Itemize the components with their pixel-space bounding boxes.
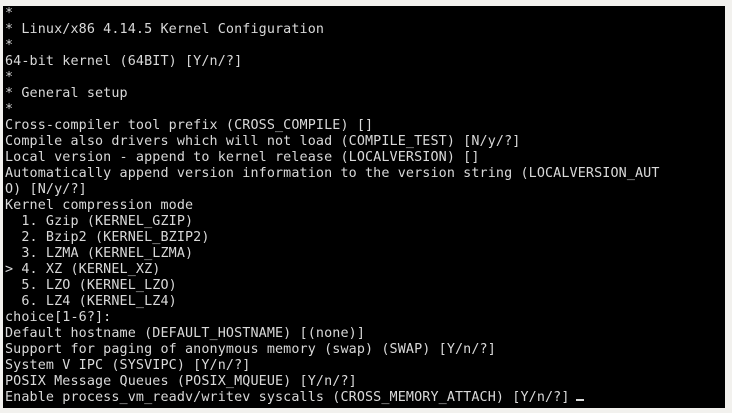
terminal-line: O) [N/y/?] (5, 182, 87, 197)
terminal-line: Local version - append to kernel release… (5, 150, 480, 165)
terminal-line: Support for paging of anonymous memory (… (5, 342, 496, 357)
terminal-line: Cross-compiler tool prefix (CROSS_COMPIL… (5, 118, 374, 133)
current-prompt-text: Enable process_vm_readv/writev syscalls … (5, 390, 570, 405)
terminal-line: POSIX Message Queues (POSIX_MQUEUE) [Y/n… (5, 374, 357, 389)
terminal-line: 64-bit kernel (64BIT) [Y/n/?] (5, 54, 243, 69)
terminal-line: Automatically append version information… (5, 166, 660, 181)
terminal-line: * (5, 38, 14, 53)
compression-option: 2. Bzip2 (KERNEL_BZIP2) (5, 230, 210, 245)
terminal-line: * General setup (5, 86, 128, 101)
compression-option: 1. Gzip (KERNEL_GZIP) (5, 214, 194, 229)
terminal-line: Compile also drivers which will not load… (5, 134, 521, 149)
terminal-line: * (5, 70, 14, 85)
terminal-line: * (5, 6, 14, 21)
compression-option: 5. LZO (KERNEL_LZO) (5, 278, 177, 293)
terminal-line: System V IPC (SYSVIPC) [Y/n/?] (5, 358, 251, 373)
text-cursor (575, 399, 584, 401)
terminal-line: * Linux/x86 4.14.5 Kernel Configuration (5, 22, 325, 37)
compression-option-selected: > 4. XZ (KERNEL_XZ) (5, 262, 161, 277)
terminal-line: Default hostname (DEFAULT_HOSTNAME) [(no… (5, 326, 366, 341)
current-prompt-line[interactable]: Enable process_vm_readv/writev syscalls … (5, 390, 584, 406)
terminal-window[interactable]: * * Linux/x86 4.14.5 Kernel Configuratio… (3, 6, 725, 408)
compression-option: 3. LZMA (KERNEL_LZMA) (5, 246, 194, 261)
choice-prompt: choice[1-6?]: (5, 310, 112, 325)
compression-option: 6. LZ4 (KERNEL_LZ4) (5, 294, 177, 309)
terminal-line: * (5, 102, 14, 117)
terminal-line: Kernel compression mode (5, 198, 194, 213)
